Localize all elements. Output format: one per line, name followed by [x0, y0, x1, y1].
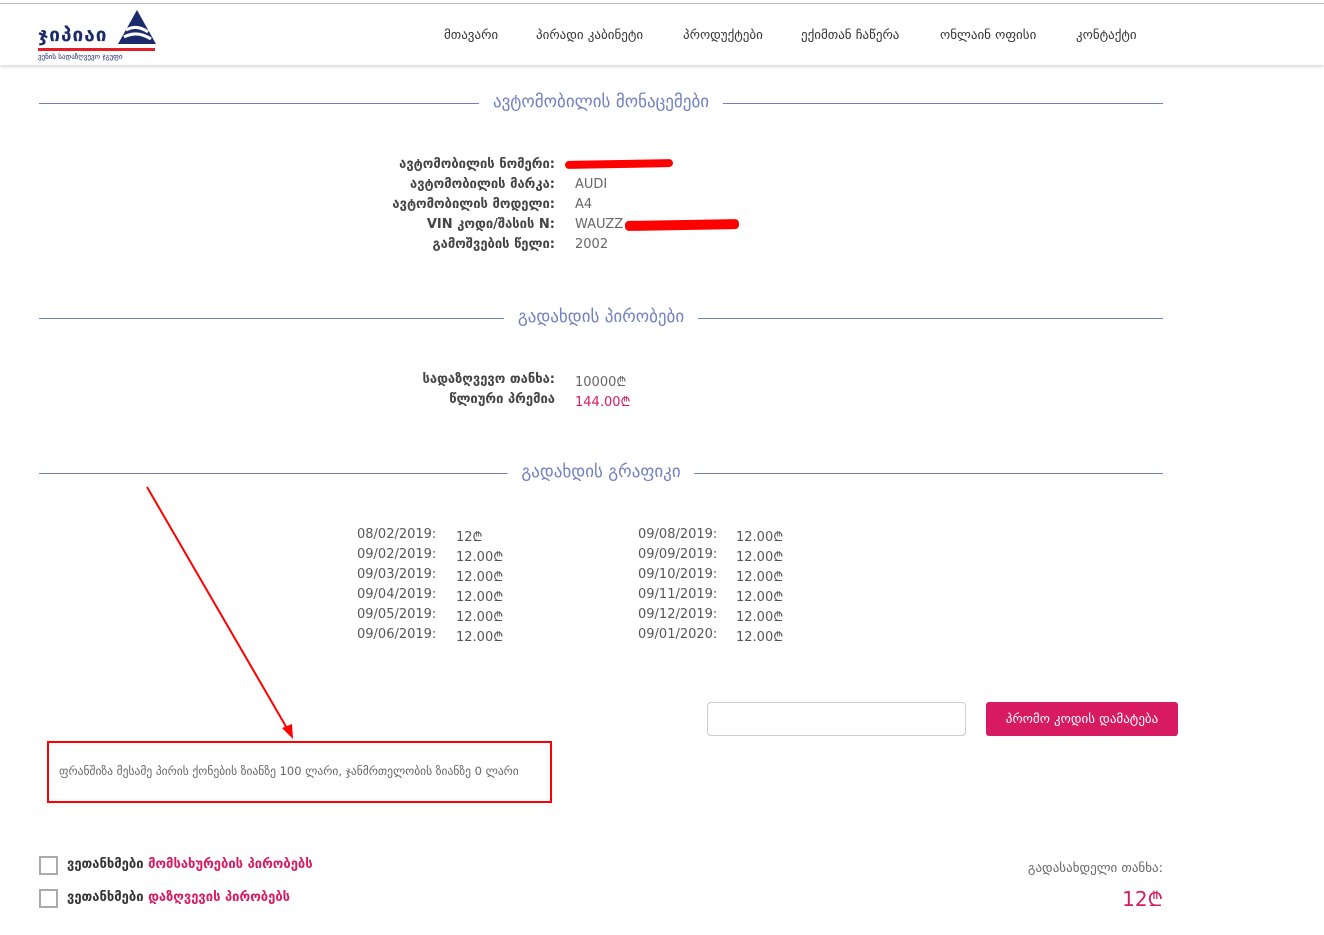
logo-bar: [38, 48, 155, 51]
schedule-date: 09/12/2019:: [638, 607, 718, 622]
value-sum: 10000₾: [575, 375, 627, 390]
franchise-note: ფრანშიზა მესამე პირის ქონების ზიანზე 100…: [59, 764, 519, 778]
section-title-schedule: გადახდის გრაფიკი: [507, 462, 695, 482]
schedule-amount: 12.00₾: [456, 630, 504, 645]
value-vin: WAUZZ: [575, 217, 624, 232]
logo-mountain-icon: [118, 10, 156, 44]
logo-tagline: ვენის სადაზღვევო ჯგუფი: [38, 53, 123, 61]
schedule-amount: 12.00₾: [456, 570, 504, 585]
nav-products[interactable]: პროდუქტები: [683, 28, 763, 43]
total-label: გადასახდელი თანხა:: [1027, 861, 1163, 876]
label-plate: ავტომობილის ნომერი:: [399, 157, 555, 172]
value-model: A4: [575, 197, 593, 212]
schedule-date: 09/01/2020:: [638, 627, 718, 642]
schedule-amount: 12.00₾: [456, 610, 504, 625]
schedule-amount: 12₾: [456, 530, 483, 545]
schedule-amount: 12.00₾: [736, 570, 784, 585]
schedule-date: 09/08/2019:: [638, 527, 718, 542]
service-terms-link[interactable]: მომსახურების პირობებს: [148, 857, 313, 872]
franchise-note-annotation: ფრანშიზა მესამე პირის ქონების ზიანზე 100…: [47, 741, 552, 803]
insurance-terms-link[interactable]: დაზღვევის პირობებს: [148, 890, 290, 905]
schedule-date: 09/04/2019:: [357, 587, 437, 602]
schedule-amount: 12.00₾: [736, 530, 784, 545]
schedule-date: 09/03/2019:: [357, 567, 437, 582]
nav-online-office[interactable]: ონლაინ ოფისი: [940, 28, 1036, 43]
schedule-amount: 12.00₾: [736, 550, 784, 565]
label-make: ავტომობილის მარკა:: [410, 177, 555, 192]
logo-name: ჯიპიაი: [38, 24, 108, 46]
label-model: ავტომობილის მოდელი:: [392, 197, 555, 212]
schedule-date: 08/02/2019:: [357, 527, 437, 542]
nav-cabinet[interactable]: პირადი კაბინეტი: [536, 28, 643, 43]
schedule-date: 09/09/2019:: [638, 547, 718, 562]
nav-contact[interactable]: კონტაქტი: [1076, 28, 1137, 43]
add-promo-button[interactable]: პრომო კოდის დამატება: [986, 702, 1178, 736]
section-title-payment: გადახდის პირობები: [503, 307, 699, 327]
label-year: გამოშვების წელი:: [432, 237, 555, 252]
agree-insurance-checkbox[interactable]: [39, 889, 58, 908]
schedule-amount: 12.00₾: [736, 590, 784, 605]
agree-service-checkbox[interactable]: [39, 856, 58, 875]
schedule-amount: 12.00₾: [736, 630, 784, 645]
section-title-vehicle: ავტომობილის მონაცემები: [478, 92, 724, 112]
promo-code-input[interactable]: [707, 702, 966, 736]
value-premium: 144.00₾: [575, 395, 631, 410]
label-vin: VIN კოდი/შასის N:: [426, 217, 555, 232]
label-sum: სადაზღვევო თანხა:: [422, 372, 555, 387]
logo[interactable]: ჯიპიაი ვენის სადაზღვევო ჯგუფი: [38, 10, 158, 62]
schedule-date: 09/02/2019:: [357, 547, 437, 562]
agree-service-label: ვეთანხმები მომსახურების პირობებს: [67, 857, 313, 872]
header: ჯიპიაი ვენის სადაზღვევო ჯგუფი მთავარი პი…: [0, 4, 1324, 65]
label-premium: წლიური პრემია: [449, 392, 555, 407]
total-value: 12₾: [1122, 887, 1163, 911]
agree-prefix: ვეთანხმები: [67, 890, 144, 905]
schedule-date: 09/11/2019:: [638, 587, 718, 602]
schedule-date: 09/05/2019:: [357, 607, 437, 622]
schedule-amount: 12.00₾: [736, 610, 784, 625]
nav-doctor[interactable]: ექიმთან ჩაწერა: [801, 28, 899, 43]
redaction-mark: [624, 219, 740, 231]
value-year: 2002: [575, 237, 609, 252]
schedule-date: 09/06/2019:: [357, 627, 437, 642]
schedule-amount: 12.00₾: [456, 590, 504, 605]
agree-insurance-label: ვეთანხმები დაზღვევის პირობებს: [67, 890, 290, 905]
nav-home[interactable]: მთავარი: [444, 28, 498, 43]
value-make: AUDI: [575, 177, 608, 192]
schedule-date: 09/10/2019:: [638, 567, 718, 582]
redaction-mark: [564, 159, 674, 169]
schedule-amount: 12.00₾: [456, 550, 504, 565]
agree-prefix: ვეთანხმები: [67, 857, 144, 872]
